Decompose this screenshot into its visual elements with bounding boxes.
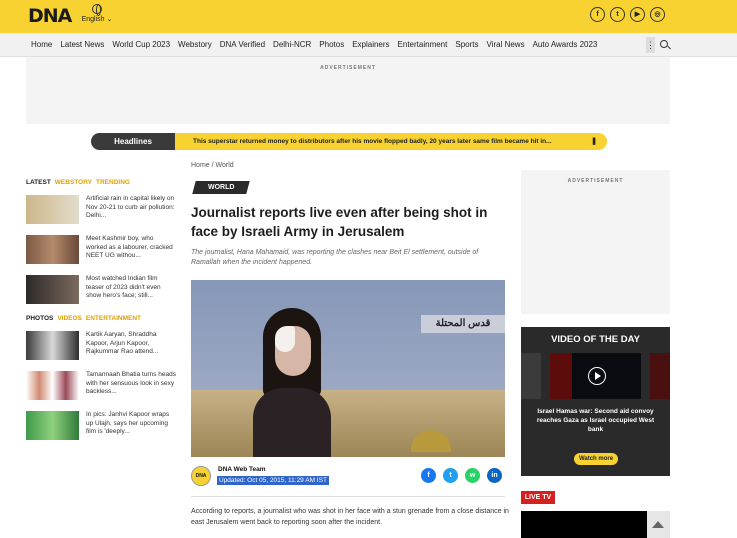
- list-item[interactable]: Kartik Aaryan, Shraddha Kapoor, Arjun Ka…: [26, 331, 176, 364]
- language-label: English: [81, 16, 105, 23]
- video-caption[interactable]: Israel Hamas war: Second aid convoy reac…: [529, 407, 662, 434]
- nav-item-home[interactable]: Home: [31, 40, 52, 49]
- tab-videos[interactable]: VIDEOS: [57, 315, 82, 322]
- nav-item-sports[interactable]: Sports: [455, 40, 478, 49]
- article-body: According to reports, a journalist who w…: [191, 508, 509, 526]
- main-nav: Home Latest News World Cup 2023 Webstory…: [0, 33, 737, 57]
- nav-item-entertainment[interactable]: Entertainment: [398, 40, 448, 49]
- nav-item-world-cup[interactable]: World Cup 2023: [112, 40, 170, 49]
- nav-item-latest-news[interactable]: Latest News: [60, 40, 104, 49]
- breadcrumb-world[interactable]: World: [216, 162, 234, 169]
- watch-more-button[interactable]: Watch more: [574, 453, 618, 465]
- left-sidebar: LATEST WEBSTORY TRENDING Artificial rain…: [26, 179, 176, 451]
- list-item[interactable]: Most watched Indian film teaser of 2023 …: [26, 275, 176, 308]
- headlines-tag: Headlines: [91, 133, 175, 150]
- right-advertisement: ADVERTISEMENT: [521, 170, 670, 314]
- next-video-thumb[interactable]: [650, 353, 670, 399]
- scroll-top-button[interactable]: [647, 511, 670, 538]
- list-item-title: In pics: Janhvi Kapoor wraps up Ulajh, s…: [86, 411, 170, 435]
- tab-latest[interactable]: LATEST: [26, 179, 51, 186]
- category-tag-label: WORLD: [207, 184, 235, 191]
- list-item-title: Kartik Aaryan, Shraddha Kapoor, Arjun Ka…: [86, 331, 159, 355]
- video-player[interactable]: [550, 353, 641, 399]
- category-tag[interactable]: WORLD: [192, 181, 250, 194]
- list-item-title: Tamannaah Bhatia turns heads with her se…: [86, 371, 176, 395]
- video-section-title: VIDEO OF THE DAY: [551, 334, 640, 345]
- social-links: f t ▶ ◎: [590, 7, 665, 22]
- article-hero-image: قدس المحتلة: [191, 280, 505, 457]
- author-name[interactable]: DNA Web Team: [218, 466, 266, 473]
- tab-entertainment[interactable]: ENTERTAINMENT: [86, 315, 141, 322]
- share-buttons: f t w in: [421, 468, 502, 483]
- twitter-icon[interactable]: t: [610, 7, 625, 22]
- facebook-share-icon[interactable]: f: [421, 468, 436, 483]
- thumbnail-image: [26, 331, 79, 360]
- nav-item-viral-news[interactable]: Viral News: [486, 40, 524, 49]
- ad-label: ADVERTISEMENT: [320, 65, 376, 71]
- breadcrumb-separator: /: [211, 162, 214, 169]
- nav-item-explainers[interactable]: Explainers: [352, 40, 389, 49]
- chevron-down-icon: ⌄: [106, 16, 113, 23]
- list-item[interactable]: In pics: Janhvi Kapoor wraps up Ulajh, s…: [26, 411, 176, 444]
- list-item-title: Artificial rain in capital likely on Nov…: [86, 195, 175, 219]
- tab-webstory[interactable]: WEBSTORY: [55, 179, 92, 186]
- breadcrumb-home[interactable]: Home: [191, 162, 210, 169]
- tab-photos[interactable]: PHOTOS: [26, 315, 53, 322]
- list-item[interactable]: Artificial rain in capital likely on Nov…: [26, 195, 176, 228]
- thumbnail-image: [26, 235, 79, 264]
- globe-icon: [92, 4, 102, 16]
- pause-icon[interactable]: ❚: [591, 133, 597, 150]
- divider: [191, 496, 505, 497]
- list-item[interactable]: Meet Kashmir boy, who worked as a labour…: [26, 235, 176, 268]
- prev-video-thumb[interactable]: [521, 353, 541, 399]
- more-menu-icon[interactable]: ⋮: [646, 37, 655, 53]
- list-item[interactable]: Tamannaah Bhatia turns heads with her se…: [26, 371, 176, 404]
- list-item-title: Most watched Indian film teaser of 2023 …: [86, 275, 161, 299]
- author-row: DNA DNA Web Team Updated: Oct 05, 2015, …: [191, 464, 505, 490]
- tab-trending[interactable]: TRENDING: [96, 179, 130, 186]
- play-icon[interactable]: [588, 367, 606, 385]
- journalist-figure: [253, 308, 331, 457]
- whatsapp-share-icon[interactable]: w: [465, 468, 480, 483]
- nav-item-delhi-ncr[interactable]: Delhi-NCR: [273, 40, 311, 49]
- article-subtitle: The journalist, Hana Mahamaid, was repor…: [191, 249, 479, 266]
- dna-logo[interactable]: DNA: [28, 5, 72, 27]
- latest-tabs: LATEST WEBSTORY TRENDING: [26, 179, 176, 186]
- thumbnail-image: [26, 411, 79, 440]
- breadcrumb: Home / World: [191, 162, 234, 169]
- list-item-title: Meet Kashmir boy, who worked as a labour…: [86, 235, 173, 259]
- linkedin-share-icon[interactable]: in: [487, 468, 502, 483]
- updated-timestamp: Updated: Oct 05, 2015, 11:29 AM IST: [217, 476, 329, 485]
- live-tv-badge[interactable]: LIVE TV: [521, 491, 555, 504]
- instagram-icon[interactable]: ◎: [650, 7, 665, 22]
- top-advertisement: ADVERTISEMENT: [26, 57, 670, 124]
- thumbnail-image: [26, 371, 79, 400]
- nav-item-webstory[interactable]: Webstory: [178, 40, 212, 49]
- top-bar: DNA English ⌄ f t ▶ ◎: [0, 0, 737, 33]
- headline-link[interactable]: This superstar returned money to distrib…: [175, 133, 607, 150]
- facebook-icon[interactable]: f: [590, 7, 605, 22]
- headlines-ticker: Headlines This superstar returned money …: [91, 133, 607, 150]
- thumbnail-image: [26, 275, 79, 304]
- video-of-the-day: VIDEO OF THE DAY Israel Hamas war: Secon…: [521, 327, 670, 476]
- language-selector[interactable]: English ⌄: [80, 4, 114, 23]
- image-banner-text: قدس المحتلة: [421, 315, 505, 333]
- live-tv-player[interactable]: [521, 511, 647, 538]
- headline-text: This superstar returned money to distrib…: [193, 138, 552, 145]
- nav-item-auto-awards[interactable]: Auto Awards 2023: [533, 40, 598, 49]
- thumbnail-image: [26, 195, 79, 224]
- youtube-icon[interactable]: ▶: [630, 7, 645, 22]
- nav-item-photos[interactable]: Photos: [319, 40, 344, 49]
- twitter-share-icon[interactable]: t: [443, 468, 458, 483]
- article-title: Journalist reports live even after being…: [191, 205, 488, 239]
- author-avatar: DNA: [191, 466, 211, 486]
- nav-item-dna-verified[interactable]: DNA Verified: [220, 40, 265, 49]
- ad-label: ADVERTISEMENT: [567, 178, 624, 184]
- search-icon[interactable]: [660, 40, 668, 48]
- photos-tabs: PHOTOS VIDEOS ENTERTAINMENT: [26, 315, 176, 322]
